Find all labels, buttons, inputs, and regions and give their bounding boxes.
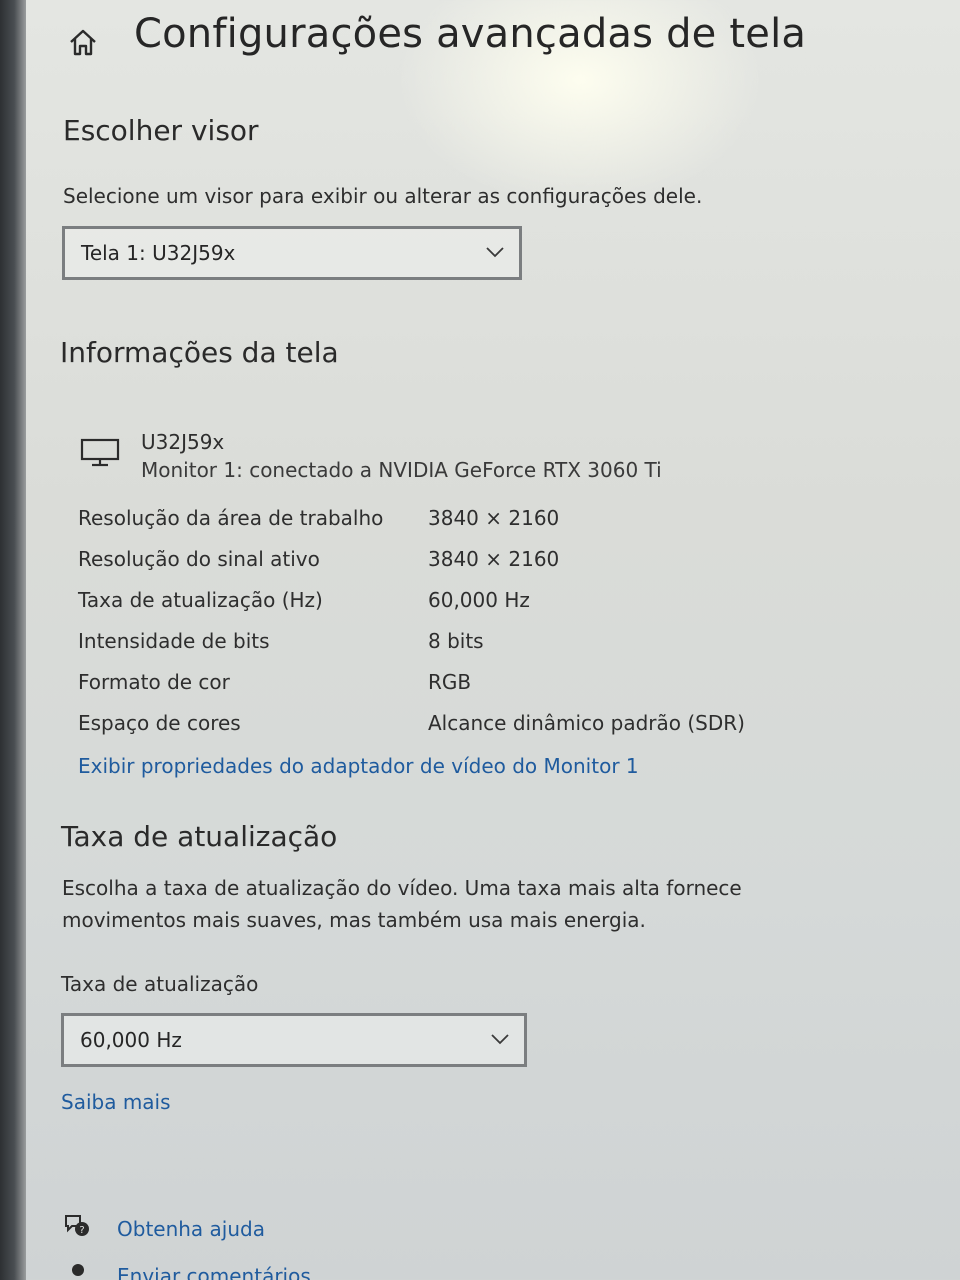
page-header: Configurações avançadas de tela <box>66 4 926 64</box>
info-row-bit-depth: Intensidade de bits 8 bits <box>78 629 838 670</box>
display-info-table: Resolução da área de trabalho 3840 × 216… <box>78 506 838 752</box>
info-row-refresh-rate: Taxa de atualização (Hz) 60,000 Hz <box>78 588 838 629</box>
home-icon[interactable] <box>66 26 100 60</box>
info-label: Formato de cor <box>78 670 230 694</box>
get-help-link[interactable]: Obtenha ajuda <box>117 1217 265 1241</box>
info-value: 3840 × 2160 <box>428 547 560 571</box>
feedback-link[interactable]: Enviar comentários <box>117 1264 311 1280</box>
info-value: 3840 × 2160 <box>428 506 560 530</box>
info-value: RGB <box>428 670 472 694</box>
monitor-name: U32J59x <box>141 430 225 454</box>
info-label: Espaço de cores <box>78 711 241 735</box>
refresh-rate-value: 60,000 Hz <box>80 1028 182 1052</box>
refresh-rate-description-line1: Escolha a taxa de atualização do vídeo. … <box>62 876 742 900</box>
monitor-icon <box>80 438 120 467</box>
info-label: Resolução da área de trabalho <box>78 506 384 530</box>
refresh-rate-description-line2: movimentos mais suaves, mas também usa m… <box>62 908 646 932</box>
page-title: Configurações avançadas de tela <box>134 11 807 57</box>
help-chat-icon: ? <box>65 1215 89 1236</box>
chevron-down-icon <box>486 247 504 258</box>
svg-text:?: ? <box>79 1225 84 1236</box>
learn-more-link[interactable]: Saiba mais <box>61 1090 171 1114</box>
adapter-properties-link[interactable]: Exibir propriedades do adaptador de víde… <box>78 754 639 778</box>
chevron-down-icon <box>491 1034 509 1045</box>
info-row-active-signal-resolution: Resolução do sinal ativo 3840 × 2160 <box>78 547 838 588</box>
refresh-rate-dropdown[interactable]: 60,000 Hz <box>61 1013 527 1067</box>
choose-display-description: Selecione um visor para exibir ou altera… <box>63 184 703 208</box>
info-label: Taxa de atualização (Hz) <box>78 588 323 612</box>
display-select-value: Tela 1: U32J59x <box>81 241 236 265</box>
choose-display-title: Escolher visor <box>63 114 259 147</box>
display-info-title: Informações da tela <box>60 336 339 369</box>
feedback-icon <box>72 1264 84 1276</box>
refresh-rate-field-label: Taxa de atualização <box>61 972 259 996</box>
info-row-desktop-resolution: Resolução da área de trabalho 3840 × 216… <box>78 506 838 547</box>
refresh-rate-title: Taxa de atualização <box>61 820 338 853</box>
info-value: 8 bits <box>428 629 484 653</box>
info-value: 60,000 Hz <box>428 588 530 612</box>
info-label: Resolução do sinal ativo <box>78 547 320 571</box>
info-label: Intensidade de bits <box>78 629 270 653</box>
info-row-color-space: Espaço de cores Alcance dinâmico padrão … <box>78 711 838 752</box>
monitor-connection: Monitor 1: conectado a NVIDIA GeForce RT… <box>141 458 662 482</box>
display-select-dropdown[interactable]: Tela 1: U32J59x <box>62 226 522 280</box>
info-row-color-format: Formato de cor RGB <box>78 670 838 711</box>
screen-bezel <box>0 0 26 1280</box>
info-value: Alcance dinâmico padrão (SDR) <box>428 711 745 735</box>
